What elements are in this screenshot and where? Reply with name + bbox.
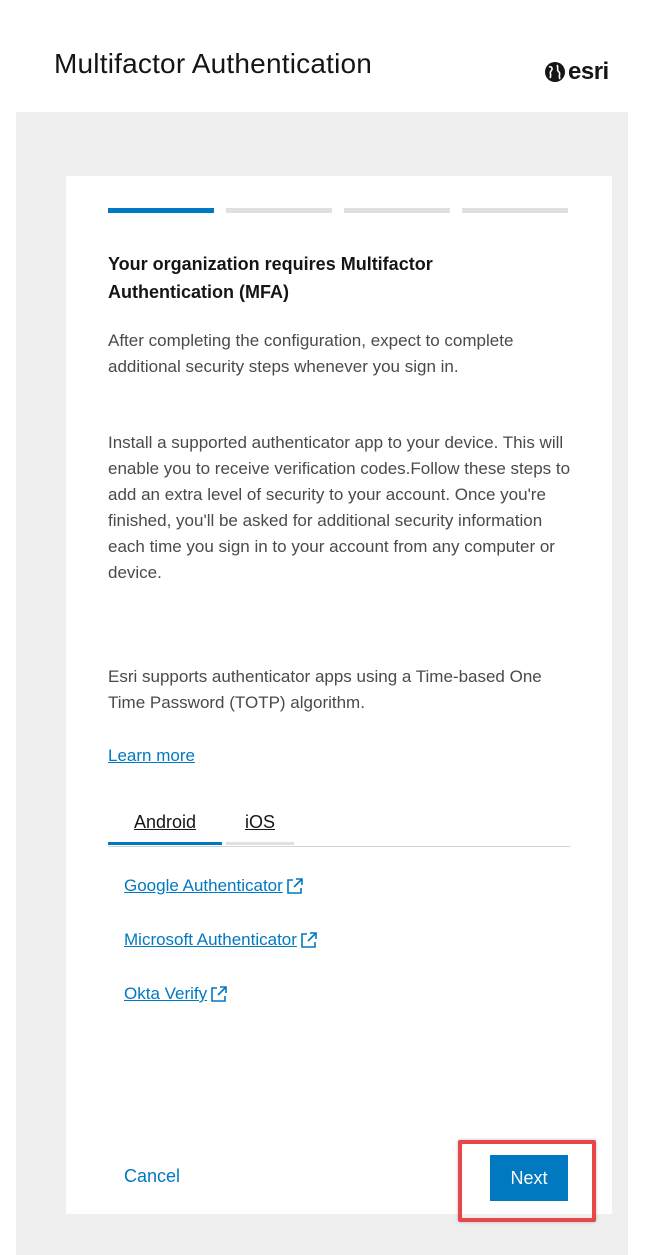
mfa-heading: Your organization requires Multifactor A…	[108, 254, 433, 302]
cancel-button[interactable]: Cancel	[124, 1166, 180, 1187]
tab-ios-label: iOS	[244, 811, 275, 832]
tab-android-label: Android	[133, 811, 197, 832]
esri-logo: esri	[544, 58, 609, 86]
step-indicator-1	[108, 208, 214, 213]
external-link-icon	[301, 932, 317, 948]
microsoft-authenticator-link[interactable]: Microsoft Authenticator	[124, 930, 318, 950]
intro-paragraph: After completing the configuration, expe…	[108, 331, 514, 376]
step-indicator-4	[462, 208, 568, 213]
step-indicator-2	[226, 208, 332, 213]
totp-paragraph: Esri supports authenticator apps using a…	[108, 667, 542, 712]
highlight-box	[458, 1140, 596, 1222]
install-paragraph: Install a supported authenticator app to…	[108, 433, 571, 582]
app-link-label: Google Authenticator	[124, 876, 283, 895]
learn-more-link[interactable]: Learn more	[108, 746, 195, 766]
google-authenticator-link[interactable]: Google Authenticator	[124, 876, 304, 896]
mfa-card: Your organization requires Multifactor A…	[66, 176, 612, 1214]
globe-icon	[545, 62, 565, 82]
step-indicator-3	[344, 208, 450, 213]
page-header: Multifactor Authentication esri	[16, 8, 628, 112]
tab-android[interactable]: Android	[108, 802, 222, 845]
app-link-label: Microsoft Authenticator	[124, 930, 297, 949]
step-progress	[108, 208, 568, 214]
logo-text: esri	[568, 58, 609, 85]
external-link-icon	[211, 986, 227, 1002]
external-link-icon	[286, 878, 303, 894]
platform-tabs: Android iOS	[108, 802, 570, 847]
page-title: Multifactor Authentication	[54, 48, 373, 79]
app-link-label: Okta Verify	[124, 984, 208, 1003]
tab-ios[interactable]: iOS	[226, 802, 294, 845]
okta-verify-link[interactable]: Okta Verify	[124, 984, 228, 1004]
